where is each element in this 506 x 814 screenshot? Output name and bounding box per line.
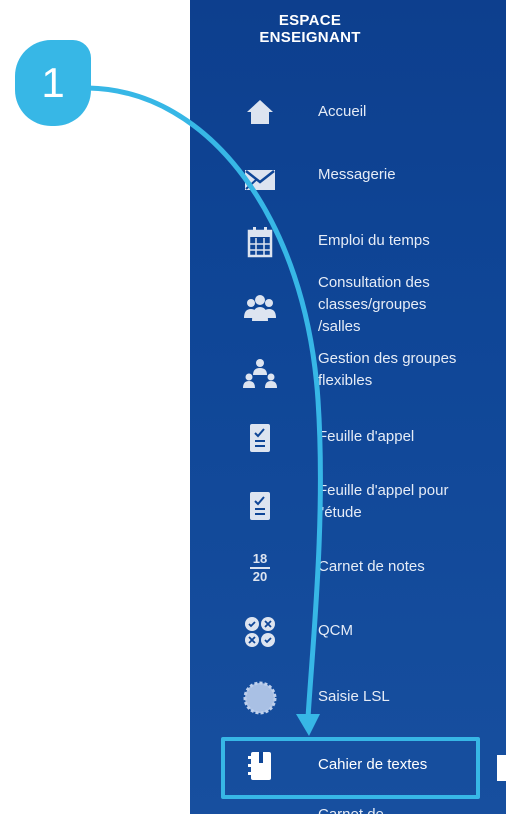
step-number-badge: 1 (15, 40, 91, 126)
calendar-icon (242, 224, 278, 260)
fraction-denominator: 20 (252, 569, 268, 584)
sidebar-item-emploi-du-temps[interactable]: Emploi du temps (190, 222, 506, 262)
sidebar-item-label: Consultation des classes/groupes /salles (318, 274, 430, 335)
sidebar-title-line2: ENSEIGNANT (259, 29, 361, 46)
badge-icon (242, 680, 278, 716)
sidebar-item-label: QCM (318, 622, 353, 639)
grade-fraction-icon: 18 20 (242, 550, 278, 586)
sidebar-item-messagerie[interactable]: Messagerie (190, 158, 506, 198)
sidebar-title-line1: ESPACE (278, 12, 342, 29)
home-icon (242, 94, 278, 130)
sidebar-item-carnet-de[interactable]: Carnet de (190, 804, 506, 814)
checklist-study-icon (242, 488, 278, 524)
sidebar-title: ESPACE ENSEIGNANT (190, 12, 430, 46)
checklist-icon (242, 420, 278, 456)
sidebar-item-saisie-lsl[interactable]: Saisie LSL (190, 678, 506, 718)
sidebar-item-consultation[interactable]: Consultation des classes/groupes /salles (190, 272, 506, 340)
sidebar-item-label: Gestion des groupes flexibles (318, 350, 457, 389)
sidebar-item-label: Carnet de notes (318, 558, 425, 575)
sidebar-item-label: Accueil (318, 103, 367, 120)
highlight-box (221, 737, 480, 799)
sidebar-item-label: Emploi du temps (318, 232, 430, 249)
sidebar-item-qcm[interactable]: QCM (190, 612, 506, 652)
sidebar-item-feuille-appel-etude[interactable]: Feuille d'appel pour l'étude (190, 480, 506, 528)
fraction-numerator: 18 (252, 551, 268, 566)
group-icon (242, 290, 278, 326)
sidebar-item-label: Carnet de (318, 804, 468, 814)
sidebar-item-groupes-flexibles[interactable]: Gestion des groupes flexibles (190, 348, 506, 396)
qcm-icon (242, 614, 278, 650)
sidebar-item-feuille-appel[interactable]: Feuille d'appel (190, 418, 506, 458)
sidebar-item-label: Saisie LSL (318, 688, 390, 705)
step-number: 1 (41, 59, 65, 106)
sidebar-item-label: Feuille d'appel pour l'étude (318, 482, 449, 521)
flexible-groups-icon (242, 356, 278, 392)
sidebar-item-label: Feuille d'appel (318, 428, 415, 445)
sidebar-nav: ESPACE ENSEIGNANT Accueil Messagerie Emp… (190, 0, 506, 814)
envelope-icon (242, 162, 278, 198)
panel-edge (497, 755, 506, 781)
sidebar-item-label: Messagerie (318, 166, 396, 183)
sidebar-item-carnet-de-notes[interactable]: 18 20 Carnet de notes (190, 548, 506, 588)
sidebar-item-accueil[interactable]: Accueil (190, 92, 506, 132)
